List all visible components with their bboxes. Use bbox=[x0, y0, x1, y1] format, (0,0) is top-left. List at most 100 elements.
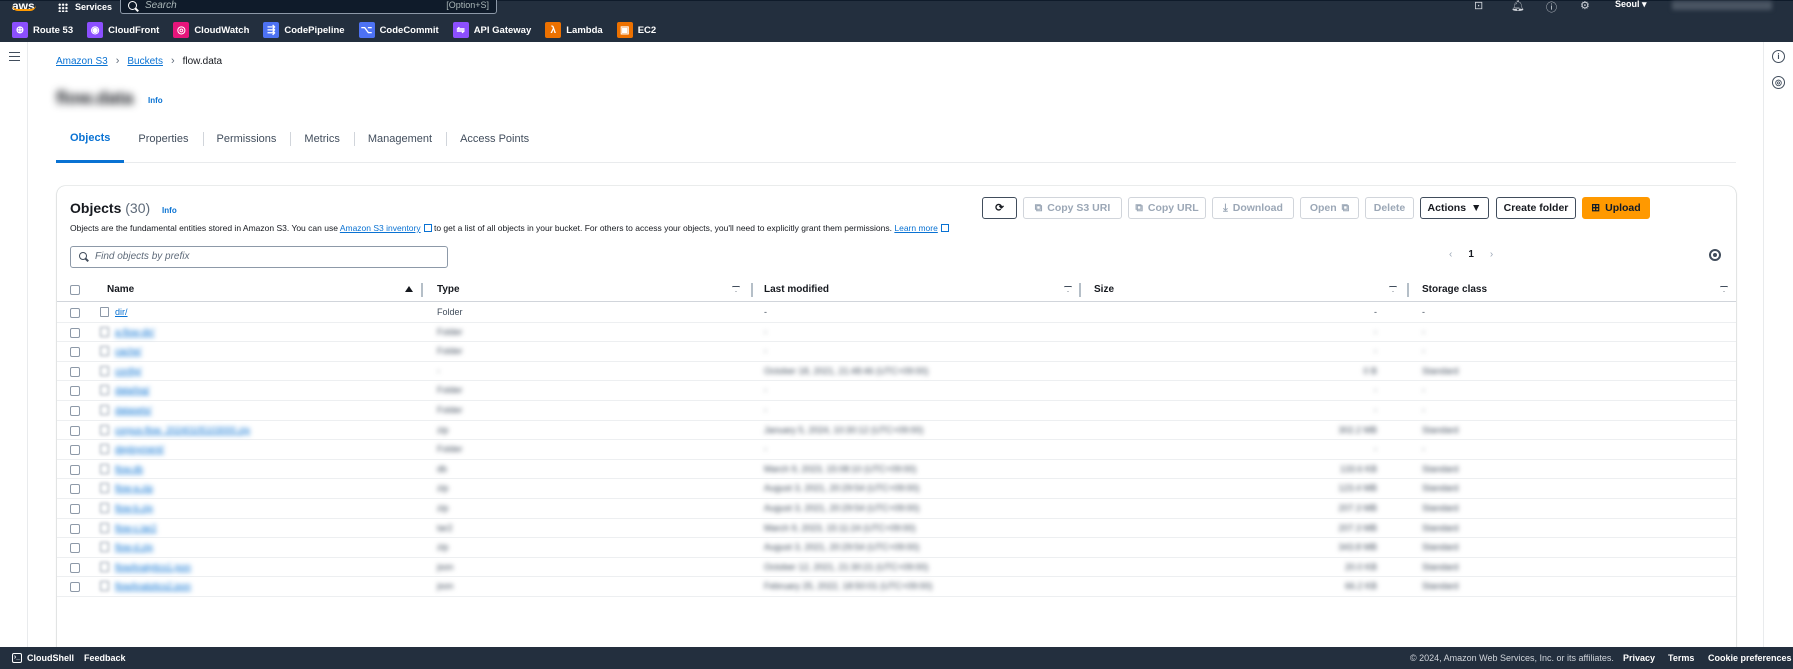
page-info-link[interactable]: Info bbox=[148, 96, 163, 105]
object-name-link[interactable]: config/ bbox=[115, 366, 405, 376]
open-button[interactable]: Open ⧉ bbox=[1300, 197, 1359, 219]
favorite-api-gateway[interactable]: ⇋ API Gateway bbox=[452, 22, 531, 38]
cloudshell-icon[interactable]: ⊡ bbox=[1474, 0, 1483, 12]
table-settings-icon[interactable] bbox=[1709, 249, 1721, 261]
sort-icon[interactable] bbox=[1064, 286, 1072, 292]
column-resizer[interactable] bbox=[1079, 283, 1081, 297]
copy-url-button[interactable]: ⧉ Copy URL bbox=[1128, 197, 1206, 219]
refresh-button[interactable]: ⟳ bbox=[982, 197, 1017, 219]
object-name-link[interactable]: flow.db bbox=[115, 464, 405, 474]
chevron-right-icon[interactable]: › bbox=[1490, 249, 1493, 260]
object-name-link[interactable]: flow-d.zip bbox=[115, 542, 405, 552]
cookie-preferences-link[interactable]: Cookie preferences bbox=[1708, 653, 1792, 663]
table-row[interactable]: cache/Folder - - - bbox=[57, 342, 1736, 362]
column-resizer[interactable] bbox=[421, 283, 423, 297]
object-name-link[interactable]: flow-c.tar2 bbox=[115, 523, 405, 533]
help-icon[interactable]: ⓘ bbox=[1546, 0, 1557, 15]
row-checkbox[interactable] bbox=[70, 445, 80, 456]
tab-permissions[interactable]: Permissions bbox=[202, 115, 291, 163]
column-last-modified[interactable]: Last modified bbox=[764, 284, 829, 295]
row-checkbox[interactable] bbox=[70, 562, 80, 573]
feedback-link[interactable]: Feedback bbox=[84, 653, 126, 663]
table-row[interactable]: datasets/Folder - - - bbox=[57, 401, 1736, 421]
breadcrumb-amazon-s3[interactable]: Amazon S3 bbox=[56, 56, 108, 67]
table-row[interactable]: data/log/Folder - - - bbox=[57, 381, 1736, 401]
tab-properties[interactable]: Properties bbox=[124, 115, 202, 163]
object-name-link[interactable]: data/log/ bbox=[115, 385, 405, 395]
terms-link[interactable]: Terms bbox=[1668, 653, 1694, 663]
delete-button[interactable]: Delete bbox=[1365, 197, 1414, 219]
object-name-link[interactable]: a-flow-dir/ bbox=[115, 327, 405, 337]
table-row[interactable]: flow-b.zip zip August 3, 2021, 20:29:54 (U… bbox=[57, 499, 1736, 519]
actions-dropdown[interactable]: Actions ▼ bbox=[1420, 197, 1489, 219]
row-checkbox[interactable] bbox=[70, 425, 80, 436]
learn-more-link[interactable]: Learn more bbox=[894, 223, 937, 233]
table-row[interactable]: corpus-flow_20240105103000.zip zip January… bbox=[57, 421, 1736, 441]
column-size[interactable]: Size bbox=[1094, 284, 1114, 295]
account-menu[interactable] bbox=[1672, 1, 1772, 10]
table-row[interactable]: dir/Folder - - - bbox=[57, 303, 1736, 323]
favorite-codecommit[interactable]: ⌥ CodeCommit bbox=[358, 22, 439, 38]
page-number[interactable]: 1 bbox=[1468, 249, 1474, 260]
favorite-lambda[interactable]: λ Lambda bbox=[545, 22, 603, 38]
global-search-input[interactable]: Search [Option+S] bbox=[120, 0, 497, 14]
chevron-left-icon[interactable]: ‹ bbox=[1449, 249, 1452, 260]
privacy-link[interactable]: Privacy bbox=[1623, 653, 1655, 663]
row-checkbox[interactable] bbox=[70, 504, 80, 514]
cloudshell-button[interactable]: ›_ CloudShell bbox=[12, 653, 74, 663]
object-name-link[interactable]: flowAnalytics2.json bbox=[115, 581, 405, 591]
object-name-link[interactable]: dir/ bbox=[115, 307, 405, 317]
copy-s3-uri-button[interactable]: ⧉ Copy S3 URI bbox=[1023, 197, 1122, 219]
favorite-cloudfront[interactable]: ◉ CloudFront bbox=[87, 22, 159, 38]
gear-icon[interactable]: ⚙︎ bbox=[1580, 0, 1590, 12]
column-name[interactable]: Name bbox=[107, 284, 134, 295]
services-menu-button[interactable]: Services bbox=[58, 1, 112, 13]
column-resizer[interactable] bbox=[751, 283, 753, 297]
sort-icon[interactable] bbox=[732, 286, 740, 292]
row-checkbox[interactable] bbox=[70, 308, 80, 318]
find-objects-input[interactable]: Find objects by prefix bbox=[70, 246, 448, 268]
sort-icon[interactable] bbox=[1720, 286, 1728, 292]
row-checkbox[interactable] bbox=[70, 327, 80, 338]
row-checkbox[interactable] bbox=[70, 543, 80, 554]
object-name-link[interactable]: flow-b.zip bbox=[115, 503, 405, 513]
feedback-panel-icon[interactable]: ◎ bbox=[1772, 76, 1785, 89]
breadcrumb-buckets[interactable]: Buckets bbox=[127, 56, 163, 67]
table-row[interactable]: flow.db db March 9, 2023, 15:08:10 (UTC+09… bbox=[57, 460, 1736, 480]
tab-access-points[interactable]: Access Points bbox=[446, 115, 543, 163]
favorite-route53[interactable]: ⊕ Route 53 bbox=[12, 22, 73, 38]
object-name-link[interactable]: datasets/ bbox=[115, 405, 405, 415]
tab-management[interactable]: Management bbox=[353, 115, 446, 163]
download-button[interactable]: ⤓ Download bbox=[1212, 197, 1294, 219]
row-checkbox[interactable] bbox=[70, 484, 80, 495]
region-selector[interactable]: Seoul ▾ bbox=[1615, 0, 1647, 10]
tab-objects[interactable]: Objects bbox=[56, 115, 125, 163]
row-checkbox[interactable] bbox=[70, 582, 80, 593]
bell-icon[interactable]: 🔔︎ bbox=[1511, 0, 1525, 12]
favorite-codepipeline[interactable]: ⇶ CodePipeline bbox=[263, 22, 345, 38]
select-all-checkbox[interactable] bbox=[70, 285, 80, 295]
create-folder-button[interactable]: Create folder bbox=[1496, 197, 1576, 219]
row-checkbox[interactable] bbox=[70, 464, 80, 475]
menu-icon[interactable] bbox=[9, 52, 20, 61]
column-type[interactable]: Type bbox=[437, 284, 460, 295]
favorite-cloudwatch[interactable]: ◎ CloudWatch bbox=[173, 22, 249, 38]
object-name-link[interactable]: flowAnalytics1.json bbox=[115, 562, 405, 572]
sort-ascending-icon[interactable] bbox=[405, 286, 413, 292]
table-row[interactable]: config/ - October 18, 2021, 21:48:46 (UTC+… bbox=[57, 362, 1736, 382]
row-checkbox[interactable] bbox=[70, 386, 80, 397]
table-row[interactable]: a-flow-dir/Folder - - - bbox=[57, 323, 1736, 343]
table-row[interactable]: flow-d.zip zip August 3, 2021, 20:29:54 (U… bbox=[57, 538, 1736, 558]
row-checkbox[interactable] bbox=[70, 347, 80, 358]
object-name-link[interactable]: flow-a.zip bbox=[115, 483, 405, 493]
sort-icon[interactable] bbox=[1389, 286, 1397, 292]
column-storage-class[interactable]: Storage class bbox=[1422, 284, 1487, 295]
table-row[interactable]: flowAnalytics2.json json February 25, 2022… bbox=[57, 577, 1736, 597]
tab-metrics[interactable]: Metrics bbox=[290, 115, 353, 163]
info-panel-icon[interactable]: i bbox=[1772, 50, 1785, 63]
favorite-ec2[interactable]: ▣ EC2 bbox=[616, 22, 656, 38]
row-checkbox[interactable] bbox=[70, 523, 80, 534]
object-name-link[interactable]: cache/ bbox=[115, 346, 405, 356]
table-row[interactable]: flow-a.zip zip August 3, 2021, 20:29:54 (U… bbox=[57, 479, 1736, 499]
object-name-link[interactable]: deployment/ bbox=[115, 444, 405, 454]
